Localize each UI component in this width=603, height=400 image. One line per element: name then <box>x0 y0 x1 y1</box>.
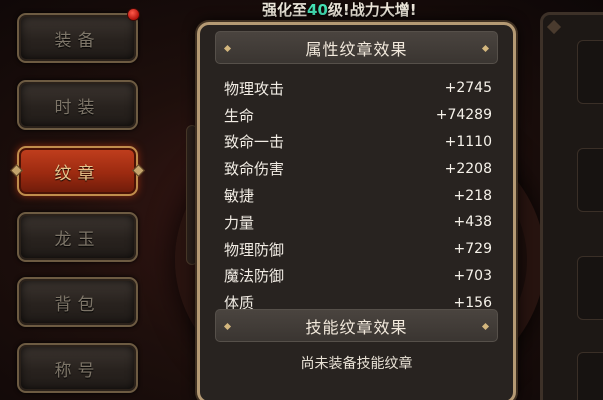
diamond-right-icon <box>481 44 490 53</box>
skill-emblem-empty-message: 尚未装备技能纹章 <box>300 356 413 372</box>
banner-suffix: 级!战力大增! <box>327 1 417 19</box>
emblem-slot[interactable] <box>577 40 603 104</box>
sidebar-item-label: 纹章 <box>54 163 101 184</box>
skill-emblem-title: 技能纹章效果 <box>305 317 408 337</box>
sidebar-item-dragon-jade[interactable]: 龙玉 <box>17 212 138 262</box>
emblem-slot[interactable] <box>577 148 603 212</box>
stat-row: 敏捷 +218 <box>224 182 492 209</box>
stat-value: +438 <box>453 214 492 231</box>
skill-emblem-header: 技能纹章效果 <box>215 309 498 342</box>
sidebar-item-equipment[interactable]: 装备 <box>17 13 138 63</box>
stat-name: 敏捷 <box>224 187 255 206</box>
sidebar-item-bag[interactable]: 背包 <box>17 277 138 327</box>
stat-name: 生命 <box>224 106 255 125</box>
sidebar-item-label: 背包 <box>54 294 101 315</box>
sidebar-item-label: 称号 <box>54 360 101 381</box>
stat-row: 致命一击 +1110 <box>224 129 492 156</box>
stat-value: +2208 <box>444 160 492 177</box>
stat-value: +74289 <box>435 107 492 124</box>
diamond-left-icon <box>223 322 232 331</box>
stat-name: 力量 <box>224 213 255 232</box>
stat-row: 物理攻击 +2745 <box>224 75 492 102</box>
stat-row: 力量 +438 <box>224 209 492 236</box>
stat-value: +2745 <box>444 80 492 97</box>
emblem-slot[interactable] <box>577 256 603 320</box>
upgrade-banner: 强化至40级!战力大增! <box>262 0 417 22</box>
banner-prefix: 强化至 <box>262 1 308 19</box>
stat-name: 物理防御 <box>224 240 285 259</box>
sidebar-item-label: 时装 <box>54 97 101 118</box>
stat-name: 魔法防御 <box>224 267 285 286</box>
sidebar: 装备 时装 纹章 龙玉 背包 称号 <box>0 0 160 400</box>
stat-row: 物理防御 +729 <box>224 236 492 263</box>
sidebar-item-label: 龙玉 <box>54 229 101 250</box>
stat-row: 生命 +74289 <box>224 102 492 129</box>
sidebar-item-emblem[interactable]: 纹章 <box>17 146 138 196</box>
stat-value: +703 <box>453 267 492 284</box>
notification-badge <box>127 8 140 21</box>
attribute-emblem-header: 属性纹章效果 <box>215 31 498 64</box>
stat-value: +1110 <box>444 133 492 150</box>
emblem-effect-panel: 属性纹章效果 物理攻击 +2745 生命 +74289 致命一击 +1110 致… <box>197 22 516 400</box>
stat-name: 物理攻击 <box>224 79 285 98</box>
stat-row: 魔法防御 +703 <box>224 263 492 290</box>
diamond-right-icon <box>481 322 490 331</box>
stat-value: +729 <box>453 241 492 258</box>
stat-value: +218 <box>453 187 492 204</box>
attribute-emblem-title: 属性纹章效果 <box>305 39 408 59</box>
banner-level: 40 <box>307 1 328 19</box>
diamond-left-icon <box>223 44 232 53</box>
stat-name: 致命伤害 <box>224 160 285 179</box>
sidebar-item-fashion[interactable]: 时装 <box>17 80 138 130</box>
emblem-slot[interactable] <box>577 352 603 400</box>
sidebar-item-title[interactable]: 称号 <box>17 343 138 393</box>
stat-list: 物理攻击 +2745 生命 +74289 致命一击 +1110 致命伤害 +22… <box>224 75 492 316</box>
stat-name: 致命一击 <box>224 133 285 152</box>
sidebar-item-label: 装备 <box>54 30 101 51</box>
stat-row: 致命伤害 +2208 <box>224 155 492 182</box>
